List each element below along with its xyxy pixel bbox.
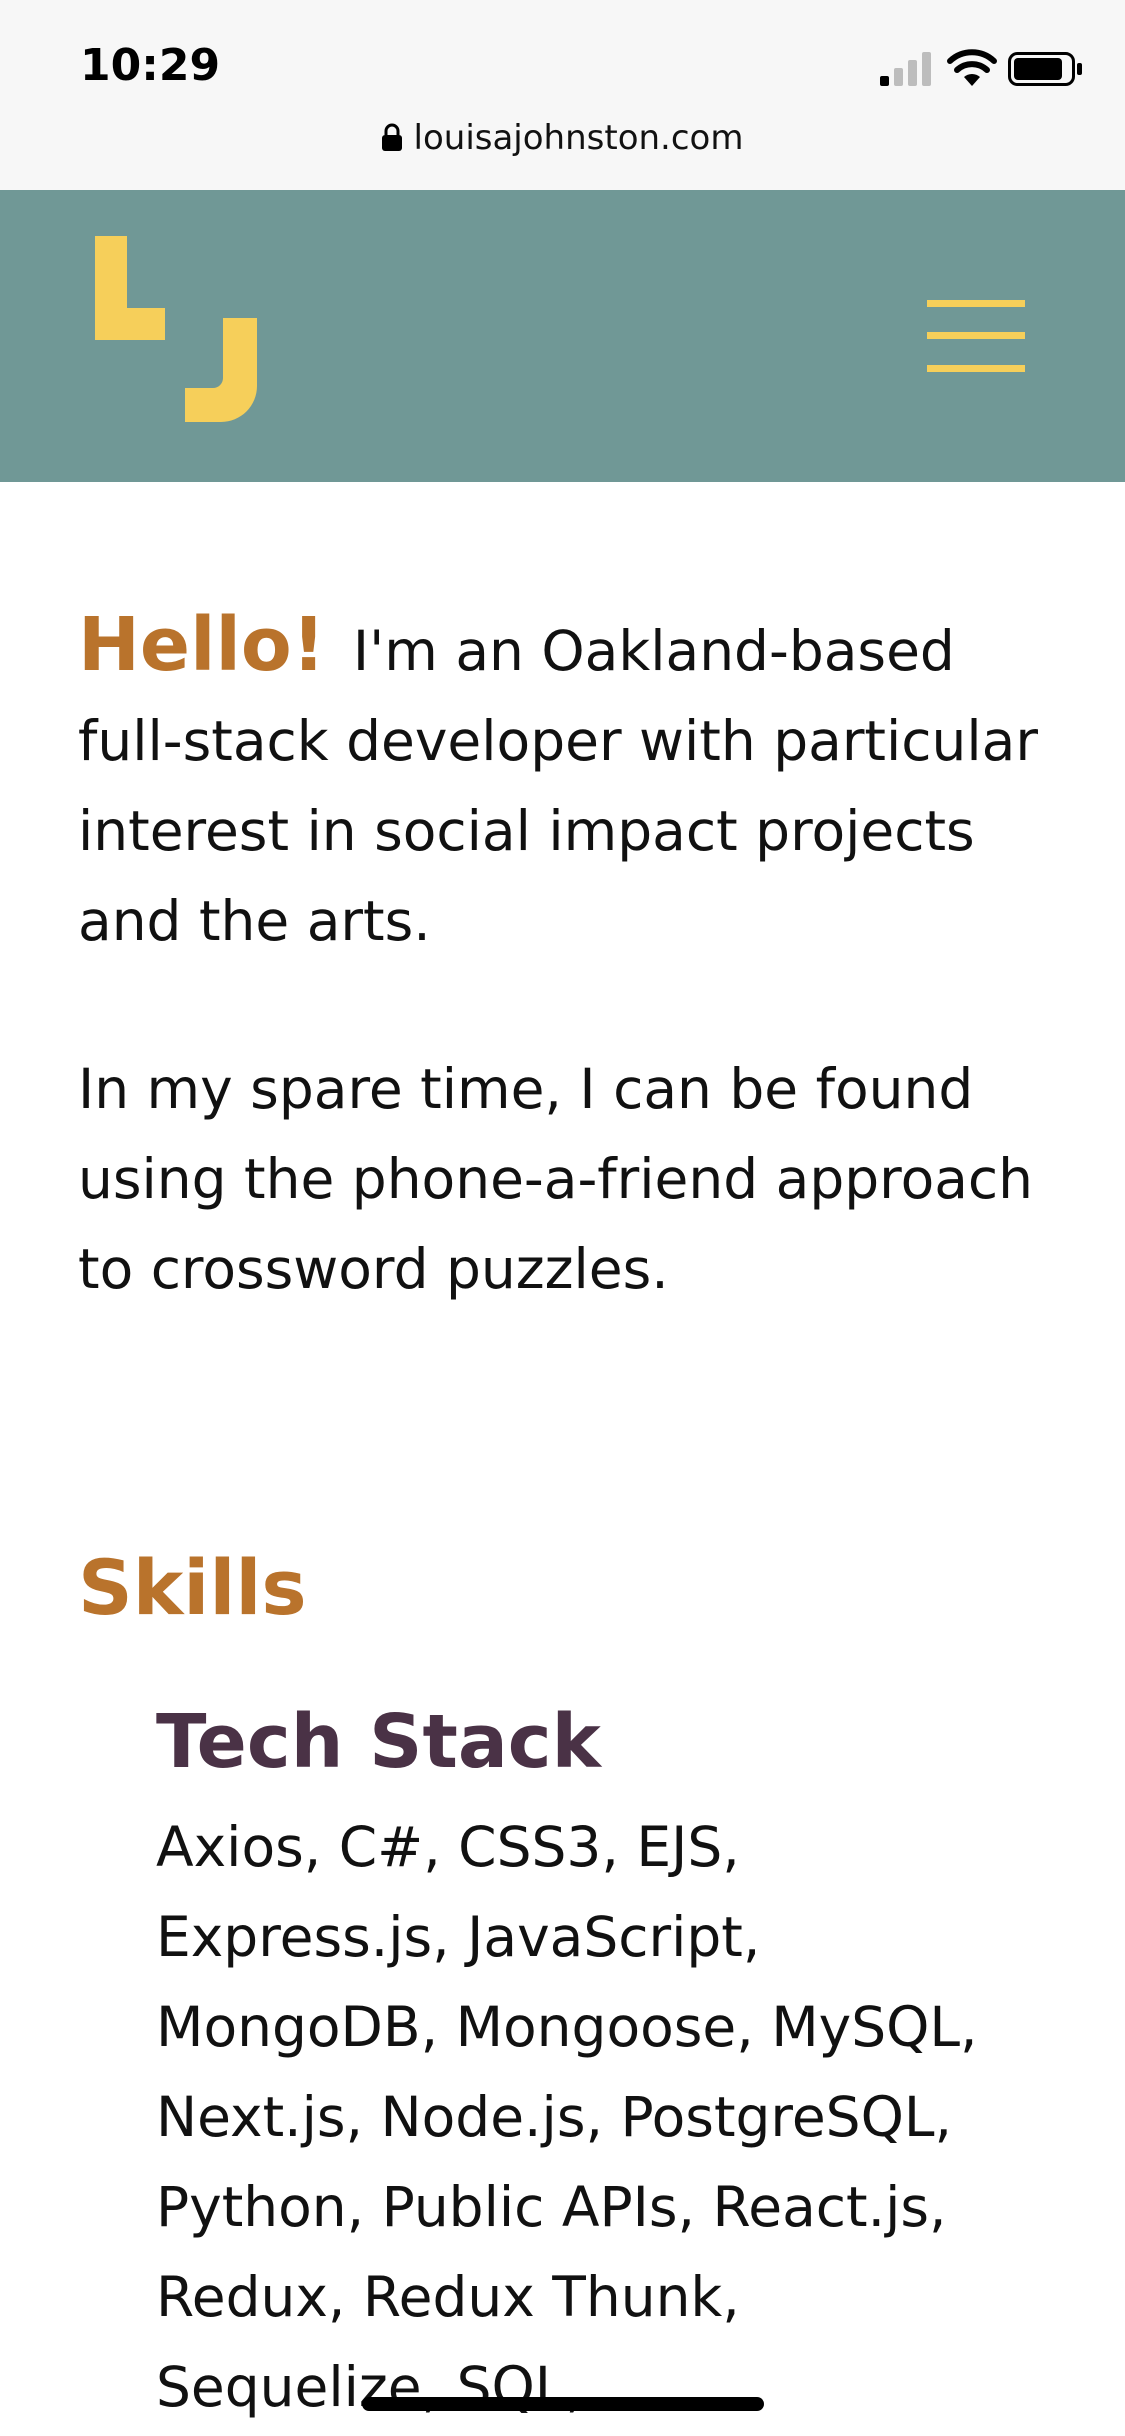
lock-icon <box>381 123 402 151</box>
menu-bar <box>927 300 1025 307</box>
intro-paragraph: Hello! I'm an Oakland-based full-stack d… <box>78 600 1058 966</box>
status-time: 10:29 <box>80 40 221 91</box>
greeting: Hello! <box>78 602 326 688</box>
battery-icon <box>1008 52 1082 86</box>
about-section: Hello! I'm an Oakland-based full-stack d… <box>78 600 1058 1314</box>
site-header <box>0 190 1125 482</box>
status-bar: 10:29 louisajohnston.com <box>0 0 1125 190</box>
tech-stack-heading: Tech Stack <box>156 1699 601 1785</box>
url-text: louisajohnston.com <box>413 118 744 158</box>
wifi-icon <box>947 49 997 86</box>
home-indicator[interactable] <box>362 2397 764 2411</box>
menu-bar <box>927 365 1025 372</box>
menu-bar <box>927 332 1025 339</box>
tech-stack-list: Axios, C#, CSS3, EJS, Express.js, JavaSc… <box>156 1815 978 2419</box>
logo[interactable] <box>95 236 265 422</box>
url-bar[interactable]: louisajohnston.com <box>0 118 1125 170</box>
skills-heading: Skills <box>78 1543 307 1632</box>
signal-icon <box>880 52 931 86</box>
hamburger-menu-icon[interactable] <box>927 300 1025 372</box>
spare-time-paragraph: In my spare time, I can be found using t… <box>78 1057 1034 1301</box>
